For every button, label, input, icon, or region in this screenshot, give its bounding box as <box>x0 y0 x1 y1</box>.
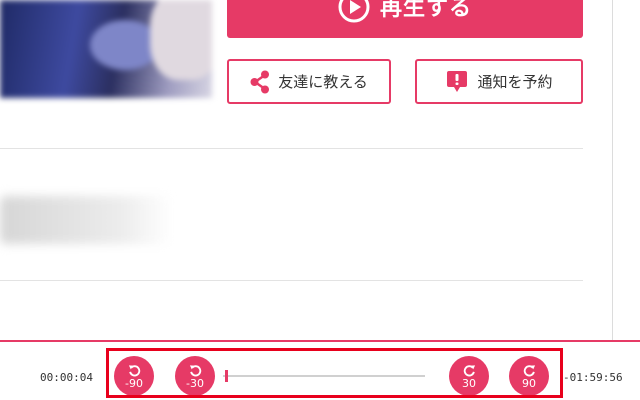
rotate-left-icon <box>189 364 201 376</box>
rewind-90-button[interactable]: -90 <box>114 356 154 396</box>
divider <box>0 280 583 281</box>
share-button[interactable]: 友達に教える <box>227 59 391 104</box>
share-button-label: 友達に教える <box>278 73 368 91</box>
rotate-right-icon <box>463 364 475 376</box>
play-button-label: 再生する <box>379 0 472 21</box>
current-time: 00:00:04 <box>40 371 93 384</box>
page: 再生する 友達に教える 通知を予約 00:00:04 -90 -30 30 90… <box>0 0 640 400</box>
seek-handle[interactable] <box>225 370 228 382</box>
play-circle-icon <box>338 0 370 23</box>
rotate-right-icon <box>523 364 535 376</box>
blurred-text-block <box>0 196 172 244</box>
divider <box>0 148 583 149</box>
seek-slider[interactable] <box>223 370 425 382</box>
remaining-time: -01:59:56 <box>563 371 623 384</box>
video-thumbnail[interactable] <box>0 0 212 98</box>
forward-90-button[interactable]: 90 <box>509 356 549 396</box>
column-divider <box>612 0 613 342</box>
share-icon <box>250 70 270 94</box>
rewind-30-button[interactable]: -30 <box>175 356 215 396</box>
notification-bell-icon <box>445 69 469 95</box>
forward-30-button[interactable]: 30 <box>449 356 489 396</box>
notify-button-label: 通知を予約 <box>477 73 553 91</box>
notify-button[interactable]: 通知を予約 <box>415 59 583 104</box>
play-button[interactable]: 再生する <box>227 0 583 38</box>
rotate-left-icon <box>128 364 140 376</box>
player-control-bar: 00:00:04 -90 -30 30 90 -01:59:56 <box>0 340 640 400</box>
